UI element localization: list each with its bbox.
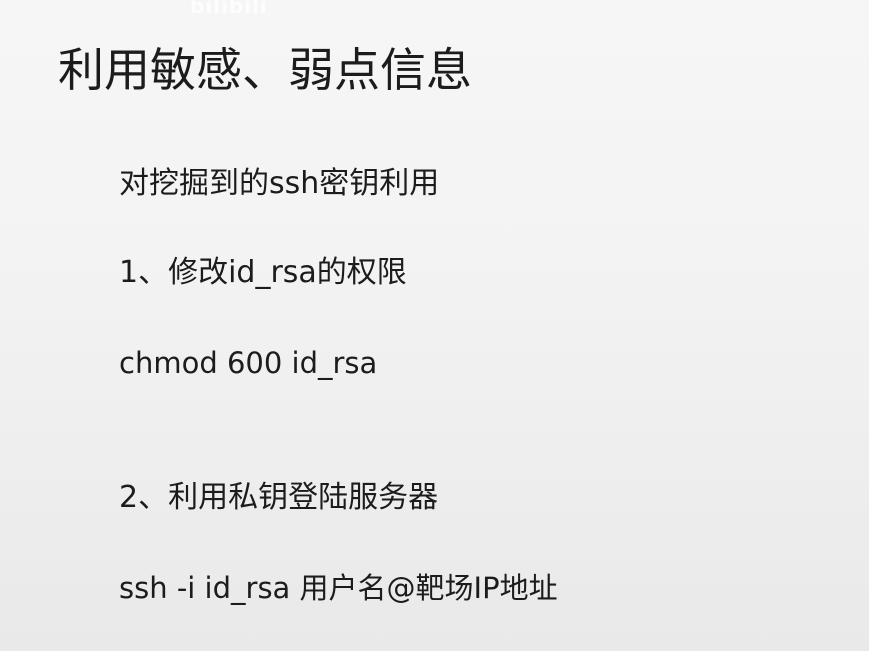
slide-title: 利用敏感、弱点信息 (58, 42, 472, 97)
watermark-logo: bilibili (190, 0, 268, 18)
intro-text: 对挖掘到的ssh密钥利用 (119, 166, 440, 201)
step-2-heading: 2、利用私钥登陆服务器 (119, 480, 439, 515)
slide: bilibili 利用敏感、弱点信息 对挖掘到的ssh密钥利用 1、修改id_r… (0, 0, 869, 651)
step-1-heading: 1、修改id_rsa的权限 (119, 255, 407, 290)
step-1-command: chmod 600 id_rsa (119, 346, 378, 380)
step-2-command: ssh -i id_rsa 用户名@靶场IP地址 (119, 571, 558, 605)
